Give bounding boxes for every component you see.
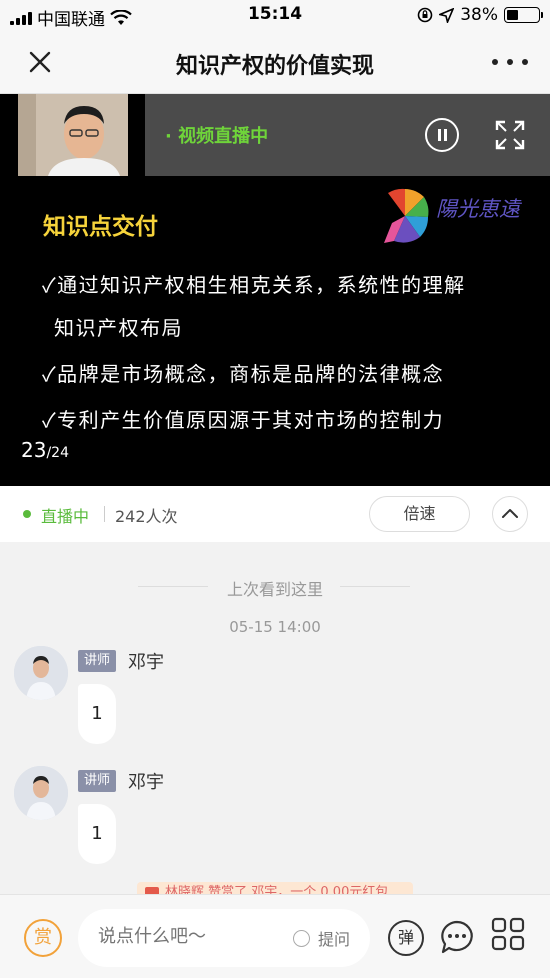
status-right: 38% bbox=[417, 5, 543, 25]
slide-bullet: ✓通过知识产权相生相克关系，系统性的理解 bbox=[42, 273, 466, 297]
message-bubble: 1 bbox=[78, 684, 116, 744]
gift-text: 林晓辉 赞赏了 邓宇，一个 0.00元红包 bbox=[165, 885, 389, 894]
slide-page-number: 23/24 bbox=[21, 438, 69, 462]
red-envelope-icon bbox=[145, 887, 159, 894]
chat-area[interactable]: 上次看到这里 05-15 14:00 讲师 邓宇 1 讲师 邓宇 1 林晓辉 赞… bbox=[0, 542, 550, 894]
message-timestamp: 05-15 14:00 bbox=[229, 618, 321, 636]
ask-question-label[interactable]: 提问 bbox=[318, 926, 350, 950]
status-bar: 中国联通 15:14 38% bbox=[0, 0, 550, 30]
message-bubble: 1 bbox=[78, 804, 116, 864]
last-seen-marker: 上次看到这里 bbox=[226, 580, 323, 599]
logo-mark bbox=[384, 188, 429, 243]
presenter-camera bbox=[18, 94, 128, 176]
slide-bullet: ✓品牌是市场概念，商标是品牌的法律概念 bbox=[42, 362, 445, 386]
divider bbox=[104, 506, 105, 522]
divider bbox=[340, 586, 410, 587]
fullscreen-icon[interactable] bbox=[495, 120, 525, 150]
ask-question-radio[interactable] bbox=[293, 930, 310, 947]
brand-logo: 陽光恵遠 bbox=[380, 187, 530, 245]
slide-bullet: ✓专利产生价值原因源于其对市场的控制力 bbox=[42, 408, 445, 432]
battery-fill bbox=[507, 10, 519, 20]
logo-text: 陽光恵遠 bbox=[436, 197, 520, 221]
reward-button[interactable]: 赏 bbox=[24, 919, 62, 957]
role-badge: 讲师 bbox=[78, 650, 117, 672]
danmu-button[interactable]: 弹 bbox=[388, 920, 424, 956]
live-status: 直播中 bbox=[41, 507, 90, 526]
sender-name: 邓宇 bbox=[128, 652, 164, 673]
rotation-lock-icon bbox=[417, 7, 433, 23]
role-badge: 讲师 bbox=[78, 770, 117, 792]
chevron-up-icon bbox=[502, 509, 518, 518]
live-dot-icon bbox=[23, 510, 31, 518]
avatar[interactable] bbox=[14, 646, 68, 700]
live-indicator: · 视频直播中 bbox=[165, 126, 269, 147]
page-total: /24 bbox=[46, 445, 69, 461]
battery-percent: 38% bbox=[460, 5, 498, 25]
collapse-button[interactable] bbox=[492, 496, 528, 532]
gift-notification: 林晓辉 赞赏了 邓宇，一个 0.00元红包 bbox=[137, 882, 413, 894]
pause-button[interactable] bbox=[425, 118, 459, 152]
bottom-toolbar: 赏 提问 弹 bbox=[0, 894, 550, 978]
comment-input-box[interactable]: 提问 bbox=[78, 909, 370, 967]
video-player[interactable]: · 视频直播中 知识点交付 陽光恵遠 ✓通过知识产权相生相克关系，系统性的理解 … bbox=[0, 94, 550, 486]
page-current: 23 bbox=[21, 438, 47, 462]
battery-icon bbox=[504, 7, 543, 23]
nav-bar: 知识产权的价值实现 bbox=[0, 30, 550, 94]
live-info-bar: 直播中 242人次 倍速 bbox=[0, 486, 550, 542]
grid-menu-icon[interactable] bbox=[491, 917, 525, 951]
location-icon bbox=[439, 7, 455, 23]
speed-button[interactable]: 倍速 bbox=[369, 496, 470, 532]
comment-input[interactable] bbox=[98, 926, 278, 947]
slide-bullet: 知识产权布局 bbox=[54, 316, 183, 340]
comment-icon[interactable] bbox=[439, 919, 475, 955]
slide-title: 知识点交付 bbox=[43, 214, 158, 240]
presenter-image bbox=[18, 94, 128, 176]
avatar[interactable] bbox=[14, 766, 68, 820]
live-control-bar: · 视频直播中 bbox=[145, 94, 550, 176]
page-title: 知识产权的价值实现 bbox=[175, 54, 374, 79]
sender-name: 邓宇 bbox=[128, 772, 164, 793]
more-icon[interactable] bbox=[492, 50, 528, 74]
viewer-count: 242人次 bbox=[115, 507, 178, 526]
